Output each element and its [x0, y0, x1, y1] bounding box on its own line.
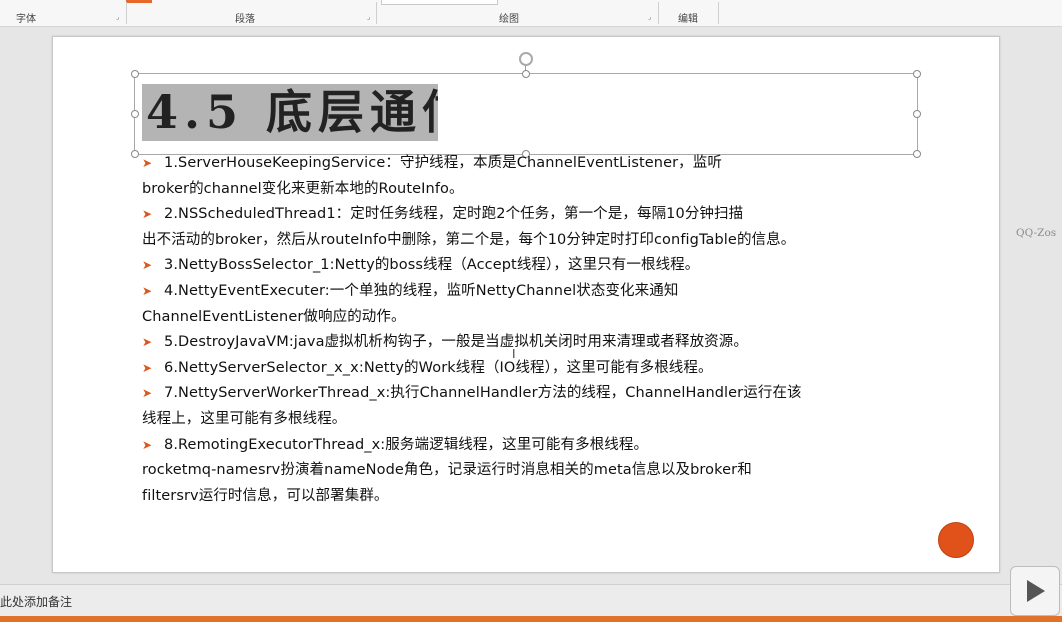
body-line-text: 3.NettyBossSelector_1:Netty的boss线程（Accep… — [164, 257, 700, 274]
record-indicator-icon — [938, 522, 974, 558]
paragraph-launcher-icon[interactable]: ⌟ — [367, 13, 370, 21]
arrow-bullet-icon: ➤ — [142, 437, 153, 452]
body-line: broker的channel变化来更新本地的RouteInfo。 — [142, 177, 464, 198]
body-line-text: 1.ServerHouseKeepingService：守护线程，本质是Chan… — [164, 155, 722, 171]
body-line-text: 4.NettyEventExecuter:一个单独的线程，监听NettyChan… — [164, 283, 679, 299]
arrow-bullet-icon: ➤ — [142, 258, 153, 273]
body-line: ChannelEventListener做响应的动作。 — [142, 305, 406, 326]
body-line: 线程上，这里可能有多根线程。 — [142, 407, 346, 428]
arrow-bullet-icon: ➤ — [142, 335, 153, 350]
body-line-text: 7.NettyServerWorkerThread_x:执行ChannelHan… — [164, 385, 802, 402]
resize-handle-br[interactable] — [913, 150, 921, 158]
text-cursor-icon: I — [512, 347, 516, 361]
ribbon-group-editing[interactable]: 编辑 — [678, 10, 698, 25]
body-line-text: 出不活动的broker，然后从routeInfo中删除，第二个是，每个10分钟定… — [142, 231, 796, 248]
font-launcher-icon[interactable]: ⌟ — [116, 13, 119, 21]
body-line-text: 5.DestroyJavaVM:java虚拟机析构钩子，一般是当虚拟机关闭时用来… — [164, 334, 748, 351]
body-line: ➤ 1.ServerHouseKeepingService：守护线程，本质是Cha… — [142, 151, 722, 172]
body-line: ➤ 4.NettyEventExecuter:一个单独的线程，监听NettyCha… — [142, 279, 678, 300]
watermark: QQ-Zos — [1016, 227, 1057, 239]
body-line: ➤ 6.NettyServerSelector_x_x:Netty的Work线程（… — [142, 356, 713, 377]
notes-pane[interactable]: 此处添加备注 — [0, 584, 1062, 617]
ribbon-accent — [126, 0, 152, 3]
play-button[interactable] — [1010, 566, 1060, 616]
body-line-text: 2.NSScheduledThread1：定时任务线程，定时跑2个任务，第一个是… — [164, 206, 744, 223]
body-line-text: 8.RemotingExecutorThread_x:服务端逻辑线程，这里可能有… — [164, 436, 649, 453]
ribbon-divider — [376, 2, 377, 24]
ribbon: 字体 ⌟ 段落 ⌟ 绘图 ⌟ 编辑 — [0, 0, 1062, 27]
body-line-text: 线程上，这里可能有多根线程。 — [142, 411, 347, 427]
rotate-handle-icon[interactable] — [519, 52, 533, 66]
arrow-bullet-icon: ➤ — [142, 360, 153, 375]
body-line: filtersrv运行时信息，可以部署集群。 — [142, 484, 389, 505]
ribbon-group-font[interactable]: 字体 — [16, 10, 36, 25]
drawing-launcher-icon[interactable]: ⌟ — [648, 13, 651, 21]
ribbon-divider — [658, 2, 659, 24]
body-line: ➤ 5.DestroyJavaVM:java虚拟机析构钩子，一般是当虚拟机关闭时用… — [142, 330, 748, 351]
body-line: rocketmq-namesrv扮演着nameNode角色，记录运行时消息相关的… — [142, 458, 752, 479]
body-line: 出不活动的broker，然后从routeInfo中删除，第二个是，每个10分钟定… — [142, 228, 795, 249]
ribbon-divider — [126, 2, 127, 24]
body-line-text: broker的channel变化来更新本地的RouteInfo。 — [142, 180, 464, 197]
arrow-bullet-icon: ➤ — [142, 156, 153, 170]
arrow-bullet-icon: ➤ — [142, 284, 153, 298]
ribbon-group-paragraph[interactable]: 段落 — [235, 10, 255, 25]
resize-handle-tc[interactable] — [522, 70, 530, 78]
body-line-text: rocketmq-namesrv扮演着nameNode角色，记录运行时消息相关的… — [142, 462, 752, 479]
resize-handle-ml[interactable] — [131, 110, 139, 118]
ribbon-group-drawing[interactable]: 绘图 — [499, 10, 519, 25]
notes-placeholder[interactable]: 此处添加备注 — [0, 593, 72, 610]
resize-handle-tr[interactable] — [913, 70, 921, 78]
slide-title[interactable]: 4.5 底层通信 — [142, 84, 438, 141]
status-bar — [0, 616, 1062, 622]
body-line-text: ChannelEventListener做响应的动作。 — [142, 308, 406, 325]
arrow-bullet-icon: ➤ — [142, 207, 153, 222]
resize-handle-bl[interactable] — [131, 150, 139, 158]
body-line: ➤ 8.RemotingExecutorThread_x:服务端逻辑线程，这里可能… — [142, 433, 648, 454]
body-line-text: filtersrv运行时信息，可以部署集群。 — [142, 487, 389, 504]
body-line: ➤ 2.NSScheduledThread1：定时任务线程，定时跑2个任务，第一个… — [142, 202, 743, 223]
resize-handle-mr[interactable] — [913, 110, 921, 118]
ribbon-textbox[interactable] — [381, 0, 498, 5]
body-line: ➤ 3.NettyBossSelector_1:Netty的boss线程（Acce… — [142, 253, 699, 274]
play-icon — [1027, 580, 1045, 602]
resize-handle-tl[interactable] — [131, 70, 139, 78]
arrow-bullet-icon: ➤ — [142, 386, 153, 401]
body-line: ➤ 7.NettyServerWorkerThread_x:执行ChannelHa… — [142, 381, 802, 402]
body-line-text: 6.NettyServerSelector_x_x:Netty的Work线程（I… — [164, 359, 713, 376]
ribbon-divider — [718, 2, 719, 24]
